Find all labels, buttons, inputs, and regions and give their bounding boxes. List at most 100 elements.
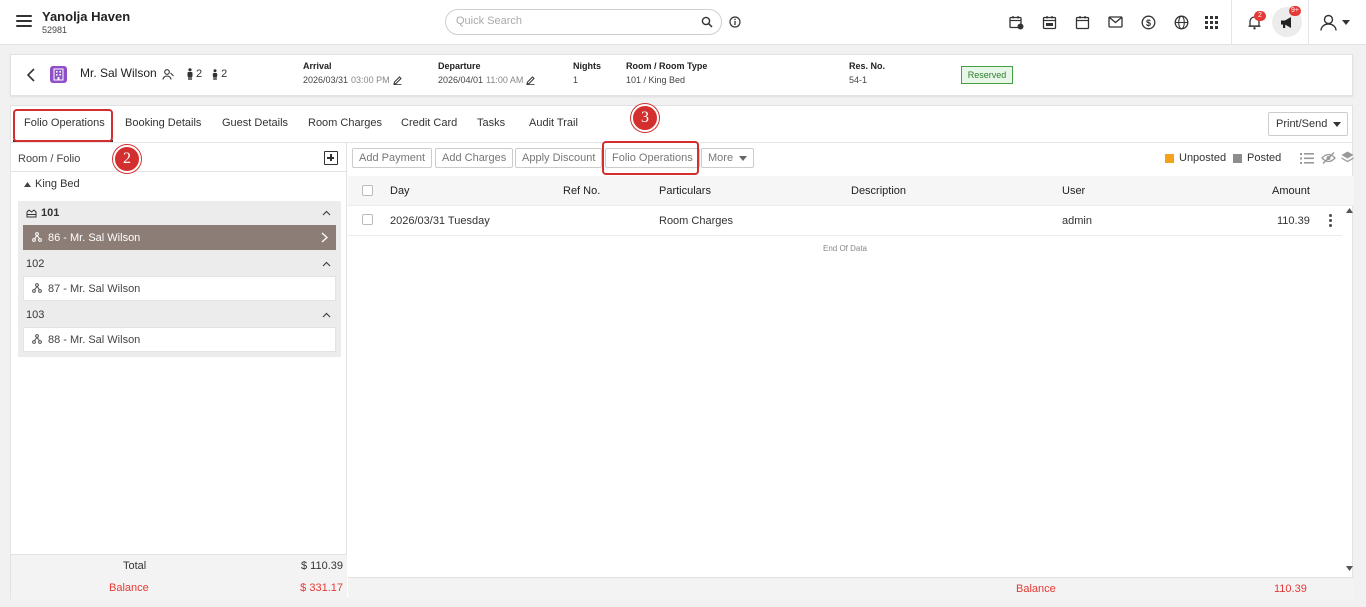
table-row[interactable]: 2026/03/31 Tuesday Room Charges admin 11… [348, 206, 1342, 236]
nights-label: Nights [573, 61, 601, 71]
globe-icon[interactable] [1172, 13, 1190, 31]
room-header[interactable]: 102 [18, 252, 341, 276]
col-description[interactable]: Description [851, 185, 906, 197]
add-payment-button[interactable]: Add Payment [352, 148, 433, 168]
megaphone-icon [1281, 16, 1291, 28]
guest-name[interactable]: Mr. Sal Wilson [80, 66, 157, 80]
caret-down-icon [1342, 19, 1350, 25]
arrival-label: Arrival [303, 61, 332, 71]
room-type-label: King Bed [35, 178, 80, 190]
calendar-icon[interactable] [1073, 13, 1091, 31]
edit-arrival-icon[interactable] [392, 75, 402, 85]
add-charges-button[interactable]: Add Charges [435, 148, 514, 168]
tab-folio-operations[interactable]: Folio Operations [24, 117, 105, 129]
back-arrow-icon[interactable] [26, 68, 36, 85]
list-view-icon[interactable] [1300, 153, 1314, 164]
select-all-checkbox[interactable] [362, 185, 373, 196]
tab-bar: Folio Operations Booking Details Guest D… [11, 106, 1354, 143]
legend-unposted: Unposted [1165, 152, 1226, 164]
tab-booking-details[interactable]: Booking Details [125, 117, 201, 129]
room-type-group[interactable]: King Bed [24, 178, 80, 190]
dollar-icon[interactable]: $ [1139, 13, 1157, 31]
adults-count: 2 [196, 68, 203, 80]
unposted-swatch [1165, 153, 1174, 163]
folio-toolbar: Add Payment Add Charges Apply Discount F… [348, 141, 1354, 176]
scroll-down-icon[interactable] [1346, 566, 1353, 571]
print-send-label: Print/Send [1276, 118, 1328, 130]
folio-split-icon [32, 283, 42, 293]
room-group-102: 102 87 - Mr. Sal Wilson [18, 252, 341, 303]
table-header: Day Ref No. Particulars Description User… [348, 176, 1354, 206]
total-label: Total [123, 560, 147, 572]
total-value: $ 110.39 [300, 560, 343, 572]
col-day[interactable]: Day [390, 185, 410, 197]
building-icon [50, 66, 67, 83]
chevron-up-icon[interactable] [322, 312, 331, 318]
more-dropdown[interactable]: More [701, 148, 754, 168]
info-icon[interactable] [729, 16, 741, 31]
row-checkbox[interactable] [362, 214, 373, 225]
print-send-dropdown[interactable]: Print/Send [1268, 112, 1348, 136]
add-folio-icon[interactable] [324, 151, 338, 165]
caret-down-icon [739, 156, 747, 161]
step-callout-3: 3 [631, 104, 659, 132]
scroll-up-icon[interactable] [1346, 208, 1353, 213]
calendar-clock-icon[interactable] [1007, 13, 1025, 31]
tab-audit-trail[interactable]: Audit Trail [529, 117, 578, 129]
folio-item[interactable]: 87 - Mr. Sal Wilson [23, 276, 336, 301]
caret-down-icon [1333, 122, 1341, 127]
folio-panel: Folio Operations Booking Details Guest D… [10, 104, 1354, 600]
chevron-up-icon[interactable] [322, 210, 331, 216]
left-totals: Total $ 110.39 Balance $ 331.17 [11, 554, 347, 600]
svg-text:$: $ [1145, 18, 1150, 28]
col-ref-no[interactable]: Ref No. [563, 185, 600, 197]
folio-item[interactable]: 86 - Mr. Sal Wilson [23, 225, 336, 250]
step-callout-2: 2 [113, 145, 141, 173]
menu-icon[interactable] [16, 15, 32, 27]
apply-discount-button[interactable]: Apply Discount [515, 148, 603, 168]
col-particulars[interactable]: Particulars [659, 185, 711, 197]
room-value: 101 / King Bed [626, 75, 686, 85]
room-header[interactable]: 101 [18, 201, 341, 225]
notification-badge: 2 [1254, 11, 1266, 21]
folio-label: 87 - Mr. Sal Wilson [48, 283, 141, 295]
user-menu[interactable] [1320, 13, 1354, 31]
child-icon [212, 68, 218, 80]
master-room-icon [26, 209, 37, 218]
cell-particulars: Room Charges [659, 215, 733, 227]
edit-departure-icon[interactable] [526, 75, 536, 85]
departure-time: 11:00 AM [486, 75, 524, 85]
balance-label: Balance [1016, 583, 1056, 595]
col-user[interactable]: User [1062, 185, 1085, 197]
tab-guest-details[interactable]: Guest Details [222, 117, 288, 129]
folio-label: 88 - Mr. Sal Wilson [48, 334, 141, 346]
adult-icon [187, 68, 193, 80]
legend-posted: Posted [1233, 152, 1281, 164]
divider [1308, 0, 1309, 45]
search-icon[interactable] [701, 16, 713, 31]
search-input[interactable] [456, 15, 686, 27]
cell-amount: 110.39 [1277, 215, 1310, 227]
folio-item[interactable]: 88 - Mr. Sal Wilson [23, 327, 336, 352]
row-menu-icon[interactable] [1329, 214, 1333, 229]
end-of-data: End Of Data [822, 244, 868, 253]
mail-icon[interactable] [1106, 13, 1124, 31]
room-header[interactable]: 103 [18, 303, 341, 327]
layers-icon[interactable] [1341, 151, 1354, 164]
hide-icon[interactable] [1321, 152, 1336, 164]
tab-credit-card[interactable]: Credit Card [401, 117, 457, 129]
occupancy: 2 2 [162, 68, 227, 80]
col-amount[interactable]: Amount [1272, 185, 1310, 197]
tab-tasks[interactable]: Tasks [477, 117, 505, 129]
divider [1231, 0, 1232, 45]
hotel-name: Yanolja Haven [42, 9, 131, 24]
chevron-up-icon[interactable] [322, 261, 331, 267]
tab-room-charges[interactable]: Room Charges [308, 117, 382, 129]
balance-value: $ 331.17 [300, 582, 343, 594]
hotel-code: 52981 [42, 25, 68, 35]
guest-profile-icon[interactable] [162, 68, 174, 80]
apps-grid-icon[interactable] [1202, 13, 1220, 31]
calendar-day-icon[interactable] [1040, 13, 1058, 31]
room-info: Room / Room Type 101 / King Bed [626, 60, 707, 87]
room-folio-panel: Room / Folio King Bed 101 86 - Mr. Sal W… [11, 143, 347, 600]
